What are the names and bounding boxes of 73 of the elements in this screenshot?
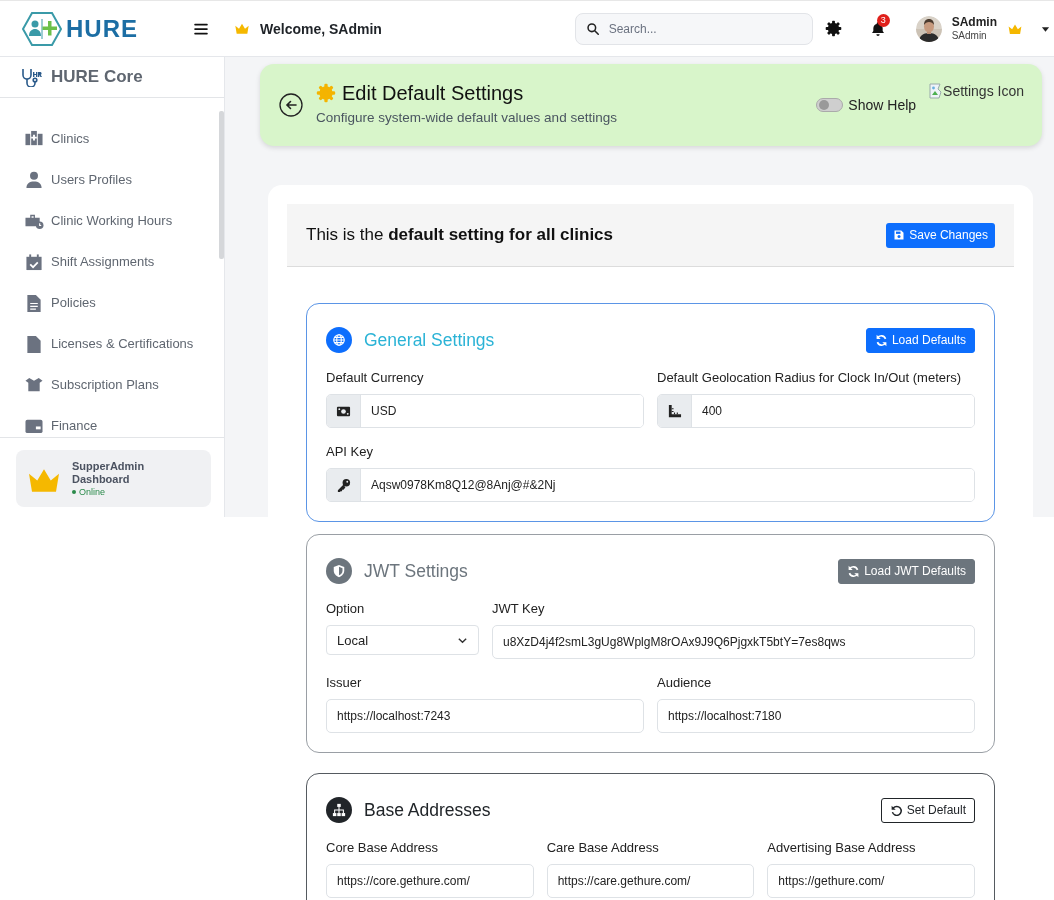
input-field[interactable]: https://core.gethure.com/ (326, 864, 534, 898)
field-label: Default Geolocation Radius for Clock In/Out (meters) (657, 369, 963, 387)
sitemap-badge-icon (326, 797, 352, 823)
caret-icon[interactable] (1041, 24, 1050, 33)
field-label: Issuer (326, 674, 363, 692)
input-field[interactable]: https://localhost:7243 (326, 699, 644, 733)
key-icon (336, 477, 351, 493)
sidebar-item[interactable]: Clinics (0, 118, 216, 159)
sidebar-item[interactable]: Users Profiles (0, 159, 216, 200)
section-title: Base Addresses (364, 799, 492, 821)
undo-icon (889, 803, 903, 817)
globe-badge-icon (326, 327, 352, 353)
sidebar-item[interactable]: Shift Assignments (0, 241, 216, 282)
sidebar-item[interactable]: Clinic Working Hours (0, 200, 216, 241)
user-role: SAdmin (951, 29, 988, 42)
field-label: Care Base Address (546, 839, 660, 857)
sync-icon (847, 564, 861, 578)
shield-badge-icon (326, 558, 352, 584)
load-button[interactable]: Load Defaults (865, 327, 975, 353)
input-field[interactable]: https://gethure.com/ (767, 864, 975, 898)
settings-icon[interactable] (824, 20, 842, 37)
toggle-switch[interactable] (816, 98, 844, 112)
select-field[interactable]: Local (326, 625, 479, 655)
save-icon (893, 229, 906, 241)
page-title: Edit Default Settings (342, 81, 524, 105)
profile-title: SupperAdmin Dashboard (72, 460, 146, 486)
user-name: SAdmin (951, 15, 997, 30)
ruler-icon (667, 403, 682, 419)
section-title: JWT Settings (364, 560, 469, 582)
building-icon (24, 129, 44, 148)
sidebar-item[interactable]: Licenses & Certifications (0, 323, 216, 364)
search-icon (585, 21, 600, 36)
field-label: API Key (326, 443, 374, 461)
status-dot-icon (72, 490, 76, 494)
logo-icon (22, 11, 62, 46)
panel-heading: This is the default setting for all clinics (306, 225, 614, 245)
field-label: Core Base Address (326, 839, 439, 857)
load-button[interactable]: Load JWT Defaults (838, 558, 975, 584)
field-label: JWT Key (492, 600, 546, 618)
input-field[interactable]: Aqsw0978Km8Q12@8Anj@#&2Nj (326, 468, 975, 502)
section-title: General Settings (364, 329, 496, 351)
user-icon (24, 170, 44, 189)
sidebar-item[interactable]: Policies (0, 282, 216, 323)
image-alt-text: Settings Icon (943, 83, 1024, 99)
document-icon (24, 293, 44, 312)
toggle-label: Show Help (848, 97, 917, 113)
save-button[interactable]: Save Changes (886, 222, 995, 248)
welcome-text: Welcome, SAdmin (260, 20, 382, 37)
brand-name: HURE (66, 14, 138, 43)
sidebar-title: HURE Core (51, 67, 143, 87)
stethoscope-icon (19, 67, 43, 87)
field-label: Advertising Base Address (767, 839, 917, 857)
input-field[interactable]: https://localhost:7180 (657, 699, 975, 733)
search-field[interactable]: Search... (574, 12, 813, 45)
sync-icon (874, 333, 888, 347)
file-icon (24, 334, 44, 353)
input-field[interactable]: u8XzD4j4f2smL3gUg8WplgM8rOAx9J9Q6PjgxkT5btY=7es8qws (492, 625, 975, 659)
sidebar-item[interactable]: Finance (0, 405, 216, 437)
field-label: Option (326, 600, 366, 618)
back-icon[interactable] (279, 93, 303, 117)
gear-icon (316, 83, 336, 103)
input-field[interactable]: USD (326, 394, 644, 428)
input-field[interactable]: https://care.gethure.com/ (546, 864, 755, 898)
sidebar-item[interactable]: Subscription Plans (0, 364, 216, 405)
status-text: Online (79, 487, 105, 497)
input-field[interactable]: 400 (657, 394, 975, 428)
page-subtitle: Configure system-wide default values and settings (316, 109, 617, 125)
field-label: Default Currency (326, 369, 425, 387)
field-label: Audience (657, 674, 713, 692)
broken-image-icon (929, 83, 943, 99)
load-button[interactable]: Set Default (880, 797, 975, 823)
notification-badge: 3 (876, 13, 890, 27)
calendar-check-icon (24, 252, 44, 271)
